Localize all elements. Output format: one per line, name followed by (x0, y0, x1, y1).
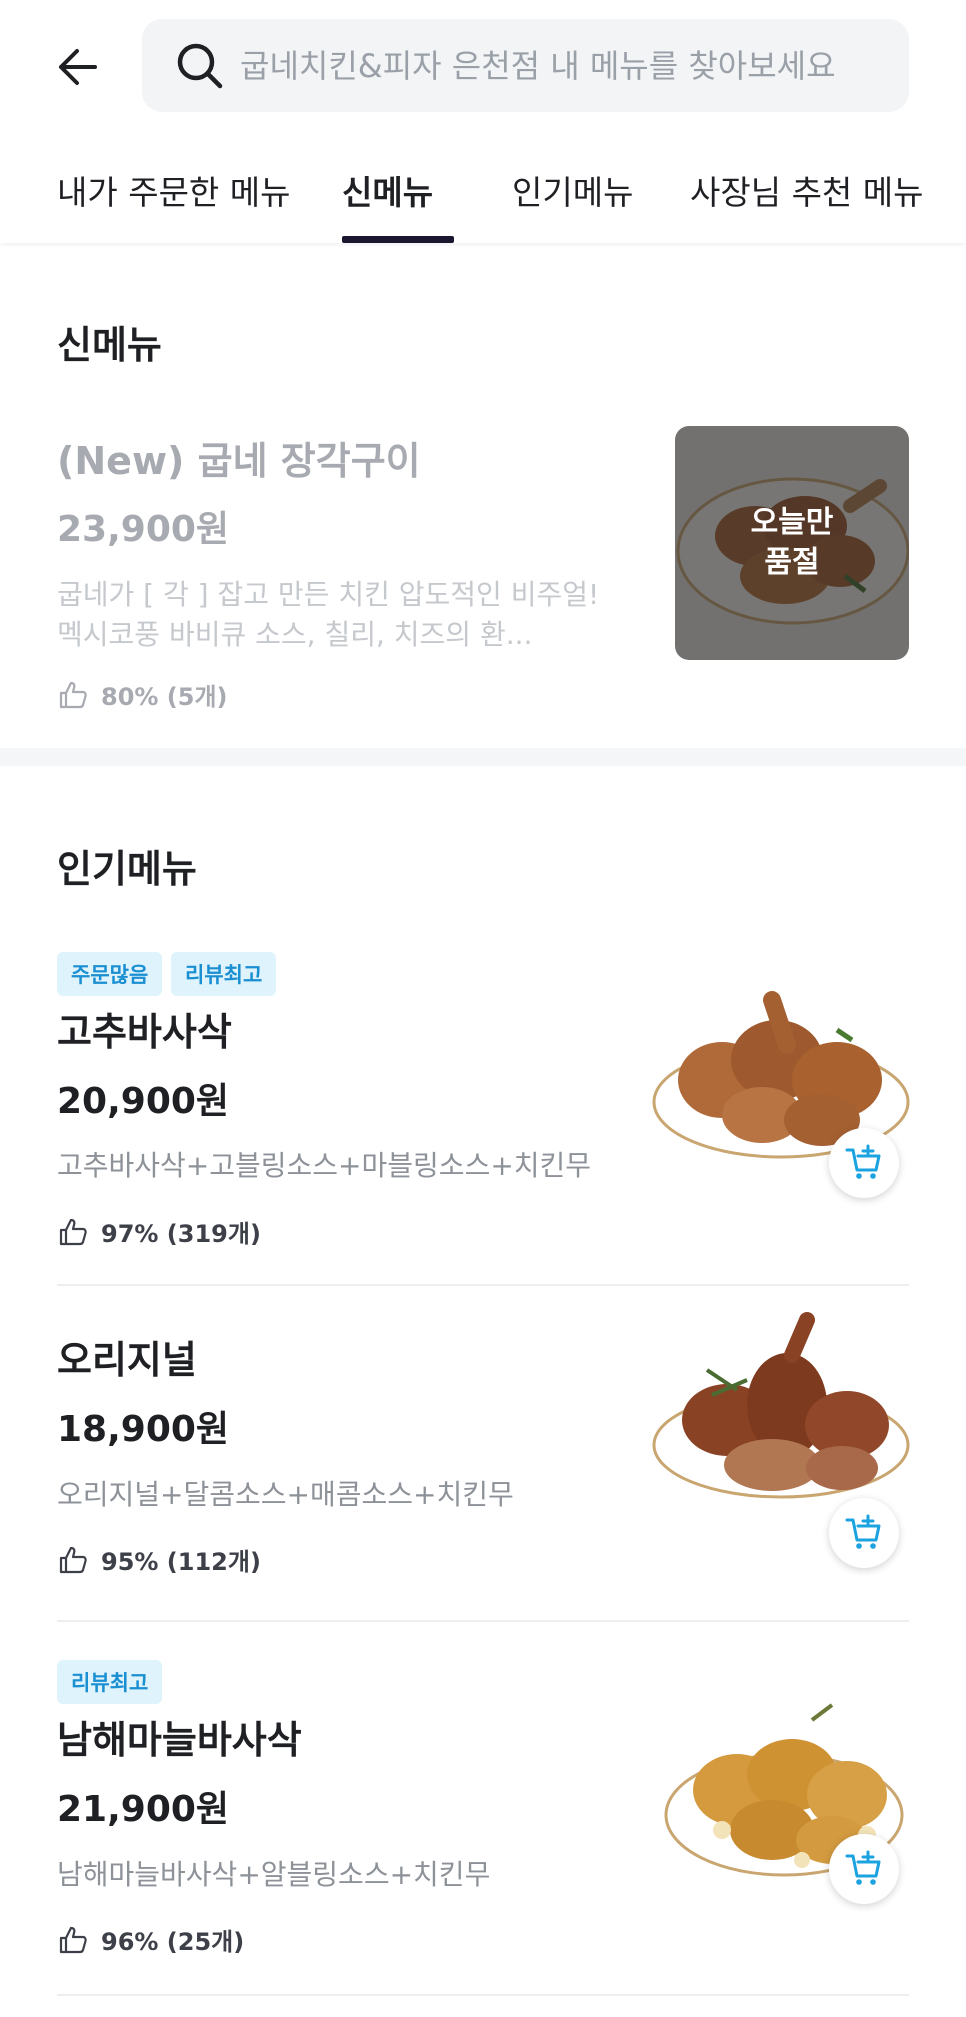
search-input[interactable] (240, 46, 880, 85)
item-name: 남해마늘바사삭 (57, 1718, 302, 1762)
tab-new-menu[interactable]: 신메뉴 (342, 166, 433, 214)
tab-my-orders[interactable]: 내가 주문한 메뉴 (57, 166, 291, 214)
item-divider (57, 1620, 909, 1622)
search-icon (177, 43, 223, 88)
tab-popular-menu[interactable]: 인기메뉴 (512, 166, 633, 214)
item-rating: 95% (112개) (57, 1542, 261, 1577)
item-description: 굽네가 [ 각 ] 잡고 만든 치킨 압도적인 비주얼! 멕시코풍 바비큐 소스… (57, 578, 600, 651)
item-rating: 97% (319개) (57, 1214, 261, 1249)
thumbs-up-icon (59, 1546, 87, 1573)
rating-text: 97% (319개) (101, 1220, 261, 1248)
item-description: 오리지널+달콤소스+매콤소스+치킨무 (57, 1478, 514, 1511)
cart-plus-icon (845, 1144, 881, 1179)
cart-plus-icon (845, 1514, 881, 1549)
thumbs-up-icon (59, 681, 87, 708)
back-button[interactable] (52, 42, 102, 92)
arrow-left-icon (59, 49, 97, 85)
rating-text: 95% (112개) (101, 1548, 261, 1576)
tab-owner-recommend[interactable]: 사장님 추천 메뉴 (690, 166, 924, 214)
item-description: 남해마늘바사삭+알블링소스+치킨무 (57, 1858, 491, 1891)
item-thumbnail (652, 1300, 910, 1510)
item-price: 20,900원 (57, 1081, 230, 1122)
item-divider (57, 1284, 909, 1286)
original-chicken-image (652, 1312, 910, 1499)
top-header: 내가 주문한 메뉴 신메뉴 인기메뉴 사장님 추천 메뉴 (0, 0, 966, 243)
rating-text: 80% (5개) (101, 683, 228, 711)
section-separator (0, 748, 966, 766)
item-price: 21,900원 (57, 1789, 230, 1830)
thumbs-up-icon (59, 1926, 87, 1953)
menu-tabs: 내가 주문한 메뉴 신메뉴 인기메뉴 사장님 추천 메뉴 (0, 160, 966, 243)
item-rating: 80% (5개) (57, 677, 228, 712)
item-price: 23,900원 (57, 509, 230, 550)
badge-best-review: 리뷰최고 (57, 1660, 163, 1704)
rating-text: 96% (25개) (101, 1928, 245, 1956)
thumbs-up-icon (59, 1218, 87, 1245)
section-title-new-menu: 신메뉴 (57, 323, 162, 367)
item-name: 고추바사삭 (57, 1010, 232, 1054)
search-bar[interactable] (142, 19, 909, 112)
item-thumbnail: 오늘만 품절 (675, 426, 909, 660)
item-description: 고추바사삭+고블링소스+마블링소스+치킨무 (57, 1149, 592, 1182)
sold-out-overlay: 오늘만 품절 (675, 426, 909, 660)
section-title-popular-menu: 인기메뉴 (57, 847, 197, 891)
cart-plus-icon (845, 1850, 881, 1885)
item-divider (57, 1994, 909, 1996)
badge-most-ordered: 주문많음 (57, 952, 163, 996)
add-to-cart-button[interactable] (829, 1128, 899, 1198)
item-price: 18,900원 (57, 1409, 230, 1450)
item-rating: 96% (25개) (57, 1922, 244, 1957)
item-name: (New) 굽네 장각구이 (57, 439, 421, 483)
add-to-cart-button[interactable] (829, 1498, 899, 1568)
active-tab-indicator (342, 236, 454, 243)
badge-best-review: 리뷰최고 (171, 952, 277, 996)
item-name: 오리지널 (57, 1338, 197, 1382)
add-to-cart-button[interactable] (829, 1834, 899, 1904)
